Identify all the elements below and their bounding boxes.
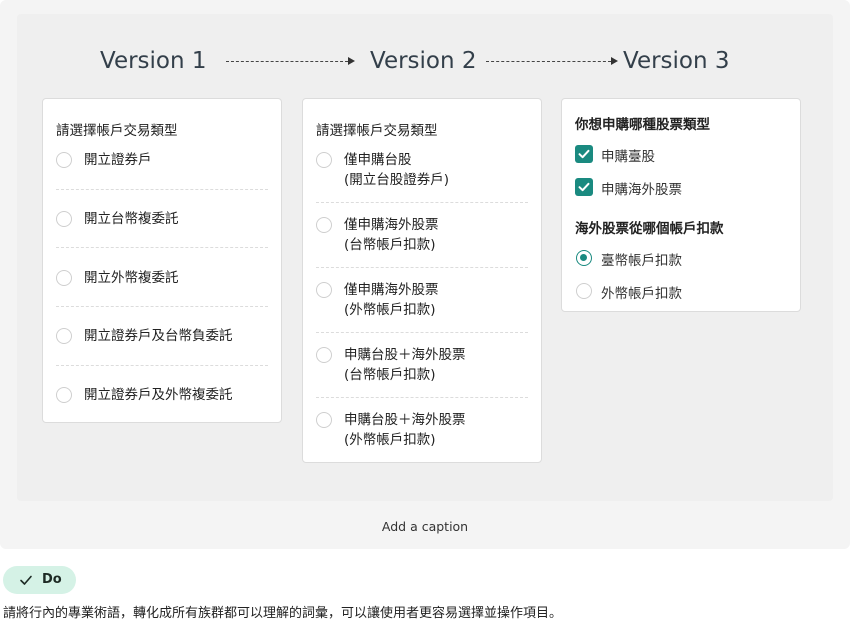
check-icon bbox=[20, 575, 32, 585]
option-label: 僅申購海外股票 bbox=[344, 282, 439, 298]
option-label: 申購台股＋海外股票 bbox=[344, 347, 466, 363]
option-label: 開立證券戶及外幣複委託 bbox=[84, 387, 233, 403]
option-label: 僅申購海外股票 bbox=[344, 217, 439, 233]
radio-button[interactable] bbox=[56, 387, 72, 403]
version-1-card: 請選擇帳戶交易類型 開立證券戶 開立台幣複委託 開立外幣複委託 開立證券戶及台幣… bbox=[42, 98, 282, 423]
option-sublabel: (外幣帳戶扣款) bbox=[344, 302, 436, 318]
image-caption[interactable]: Add a caption bbox=[0, 519, 850, 534]
question-debit-account: 海外股票從哪個帳戶扣款 bbox=[575, 221, 724, 237]
check-icon bbox=[578, 149, 590, 159]
radio-button[interactable] bbox=[316, 152, 332, 168]
checkbox-label: 申購臺股 bbox=[601, 149, 655, 165]
arrow-1-to-2 bbox=[226, 56, 355, 65]
version-3-card: 你想申購哪種股票類型 申購臺股 申購海外股票 海外股票從哪個帳戶扣款 臺幣帳戶扣… bbox=[561, 98, 801, 312]
version-2-label: Version 2 bbox=[370, 48, 477, 74]
option-sublabel: (台幣帳戶扣款) bbox=[344, 237, 436, 253]
option-sublabel: (開立台股證券戶) bbox=[344, 172, 450, 188]
card-title: 請選擇帳戶交易類型 bbox=[316, 123, 438, 139]
radio-button[interactable] bbox=[316, 412, 332, 428]
option-label: 開立證券戶及台幣負委託 bbox=[84, 328, 233, 344]
option-label: 開立台幣複委託 bbox=[84, 211, 179, 227]
option-label: 申購台股＋海外股票 bbox=[344, 412, 466, 428]
image-frame: Version 1 Version 2 Version 3 請選擇帳戶交易類型 … bbox=[0, 0, 850, 549]
option-sublabel: (外幣帳戶扣款) bbox=[344, 432, 436, 448]
arrow-2-to-3 bbox=[486, 56, 618, 65]
option-label: 僅申購台股 bbox=[344, 152, 412, 168]
radio-label: 臺幣帳戶扣款 bbox=[601, 253, 682, 269]
option-sublabel: (台幣帳戶扣款) bbox=[344, 367, 436, 383]
divider bbox=[56, 306, 268, 307]
radio-button[interactable] bbox=[56, 152, 72, 168]
divider bbox=[316, 332, 528, 333]
radio-button[interactable] bbox=[56, 270, 72, 286]
checkbox-tw-stock[interactable] bbox=[575, 145, 593, 163]
version-3-label: Version 3 bbox=[623, 48, 730, 74]
option-label: 開立外幣複委託 bbox=[84, 270, 179, 286]
radio-button[interactable] bbox=[56, 328, 72, 344]
card-title: 請選擇帳戶交易類型 bbox=[56, 123, 178, 139]
version-2-card: 請選擇帳戶交易類型 僅申購台股 (開立台股證券戶) 僅申購海外股票 (台幣帳戶扣… bbox=[302, 98, 542, 463]
radio-button[interactable] bbox=[316, 347, 332, 363]
radio-label: 外幣帳戶扣款 bbox=[601, 286, 682, 302]
check-icon bbox=[578, 182, 590, 192]
radio-foreign-account[interactable] bbox=[576, 283, 592, 299]
option-label: 開立證券戶 bbox=[84, 152, 152, 168]
do-badge: Do bbox=[3, 566, 76, 594]
radio-twd-account[interactable] bbox=[576, 250, 592, 266]
radio-button[interactable] bbox=[56, 211, 72, 227]
badge-label: Do bbox=[42, 572, 62, 587]
checkbox-foreign-stock[interactable] bbox=[575, 178, 593, 196]
guideline-description: 請將行內的專業術語，轉化成所有族群都可以理解的詞彙，可以讓使用者更容易選擇並操作… bbox=[3, 606, 563, 621]
version-1-label: Version 1 bbox=[100, 48, 207, 74]
divider bbox=[56, 365, 268, 366]
radio-button[interactable] bbox=[316, 282, 332, 298]
divider bbox=[316, 397, 528, 398]
checkbox-label: 申購海外股票 bbox=[601, 182, 682, 198]
divider bbox=[316, 267, 528, 268]
divider bbox=[56, 189, 268, 190]
radio-button[interactable] bbox=[316, 217, 332, 233]
question-stock-type: 你想申購哪種股票類型 bbox=[575, 117, 710, 133]
divider bbox=[56, 247, 268, 248]
divider bbox=[316, 202, 528, 203]
